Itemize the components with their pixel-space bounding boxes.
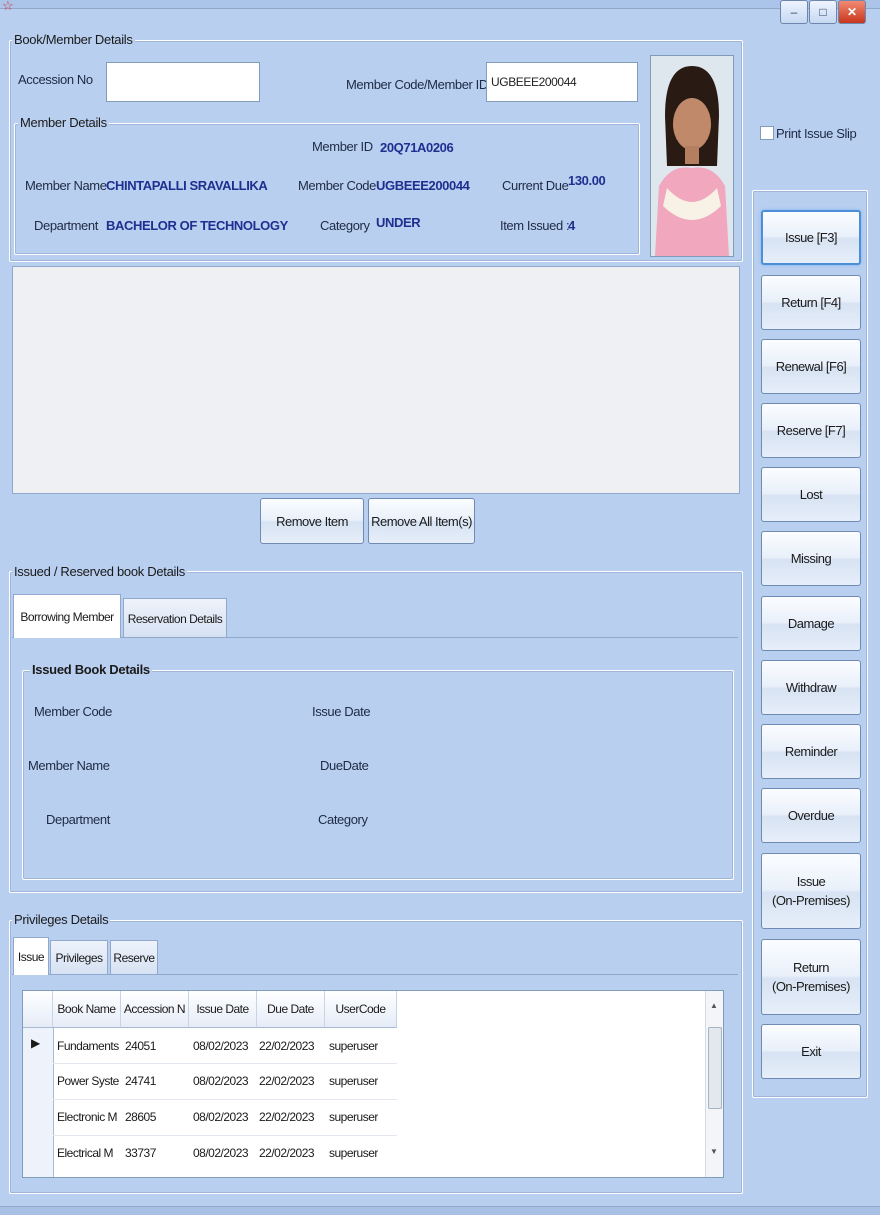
minimize-button[interactable]: – (780, 0, 808, 24)
withdraw-button[interactable]: Withdraw (761, 660, 861, 715)
member-photo (650, 55, 734, 257)
tab-reservation-details[interactable]: Reservation Details (123, 598, 227, 638)
scroll-up-arrow-icon[interactable]: ▲ (710, 1001, 718, 1010)
cell-usercode: superuser (329, 1074, 378, 1088)
reserve-f7-button[interactable]: Reserve [F7] (761, 403, 861, 458)
member-name-value: CHINTAPALLI SRAVALLIKA (106, 178, 268, 193)
cell-book-name: Power Syste (57, 1074, 119, 1088)
remove-all-items-button[interactable]: Remove All Item(s) (368, 498, 475, 544)
column-header-accession-no[interactable]: Accession N (121, 991, 189, 1028)
department-label: Department (34, 218, 98, 233)
issued-member-name-label: Member Name (28, 758, 110, 773)
damage-button[interactable]: Damage (761, 596, 861, 651)
overdue-button[interactable]: Overdue (761, 788, 861, 843)
return-f4-button[interactable]: Return [F4] (761, 275, 861, 330)
cell-accession-no: 33737 (125, 1146, 156, 1160)
member-name-label: Member Name (25, 178, 107, 193)
member-code-id-input[interactable] (486, 62, 638, 102)
table-row[interactable]: Power Syste 24741 08/02/2023 22/02/2023 … (53, 1063, 397, 1100)
current-due-value: 130.00 (568, 173, 606, 188)
item-issued-label: Item Issued : (500, 218, 570, 233)
issued-category-label: Category (318, 812, 368, 827)
maximize-button[interactable]: □ (809, 0, 837, 24)
print-issue-slip-label: Print Issue Slip (776, 126, 857, 141)
renewal-f6-button[interactable]: Renewal [F6] (761, 339, 861, 394)
cell-accession-no: 24741 (125, 1074, 156, 1088)
print-issue-slip-checkbox[interactable] (760, 126, 774, 140)
member-code-id-label: Member Code/Member ID (346, 77, 488, 92)
due-date-label: DueDate (320, 758, 369, 773)
item-list-area[interactable] (12, 266, 740, 494)
exit-button[interactable]: Exit (761, 1024, 861, 1079)
cell-due-date: 22/02/2023 (259, 1074, 315, 1088)
issued-book-details-title: Issued Book Details (30, 662, 152, 677)
cell-book-name: Fundaments (57, 1039, 119, 1053)
current-row-arrow-icon: ▶ (31, 1036, 41, 1050)
department-value: BACHELOR OF TECHNOLOGY (106, 218, 288, 233)
cell-book-name: Electrical M (57, 1146, 114, 1160)
cell-usercode: superuser (329, 1146, 378, 1160)
privileges-group-title: Privileges Details (12, 912, 111, 927)
cell-accession-no: 28605 (125, 1110, 156, 1124)
issue-on-premises-button[interactable]: Issue (On-Premises) (761, 853, 861, 929)
cell-usercode: superuser (329, 1039, 378, 1053)
book-member-group-title: Book/Member Details (12, 32, 135, 47)
column-header-book-name[interactable]: Book Name (53, 991, 121, 1028)
remove-item-button[interactable]: Remove Item (260, 498, 364, 544)
table-row[interactable]: Electronic M 28605 08/02/2023 22/02/2023… (53, 1099, 397, 1136)
cell-usercode: superuser (329, 1110, 378, 1124)
cell-accession-no: 24051 (125, 1039, 156, 1053)
category-value: UNDER (376, 215, 421, 230)
row-header-column (23, 1028, 54, 1177)
cell-due-date: 22/02/2023 (259, 1110, 315, 1124)
cell-due-date: 22/02/2023 (259, 1146, 315, 1160)
app-star-icon: ☆ (2, 0, 14, 13)
column-header-issue-date[interactable]: Issue Date (189, 991, 257, 1028)
current-due-label: Current Due (502, 178, 569, 193)
privileges-grid[interactable]: Book Name Accession N Issue Date Due Dat… (22, 990, 724, 1178)
cell-issue-date: 08/02/2023 (193, 1074, 249, 1088)
tab-privileges[interactable]: Privileges (50, 940, 108, 975)
column-header-due-date[interactable]: Due Date (257, 991, 325, 1028)
member-code-label: Member Code (298, 178, 376, 193)
cell-due-date: 22/02/2023 (259, 1039, 315, 1053)
issue-date-label: Issue Date (312, 704, 371, 719)
accession-no-label: Accession No (18, 72, 93, 87)
member-id-label: Member ID (312, 139, 373, 154)
return-on-premises-button[interactable]: Return (On-Premises) (761, 939, 861, 1015)
issued-department-label: Department (46, 812, 110, 827)
missing-button[interactable]: Missing (761, 531, 861, 586)
close-button[interactable]: ✕ (838, 0, 866, 24)
table-row[interactable]: Electrical M 33737 08/02/2023 22/02/2023… (53, 1135, 397, 1171)
member-code-value: UGBEEE200044 (376, 178, 470, 193)
cell-issue-date: 08/02/2023 (193, 1110, 249, 1124)
grid-corner-header (23, 991, 53, 1028)
window-title-bar (0, 0, 880, 9)
lost-button[interactable]: Lost (761, 467, 861, 522)
issued-reserved-group-title: Issued / Reserved book Details (12, 564, 187, 579)
member-photo-image (651, 56, 733, 256)
member-details-group-title: Member Details (18, 115, 109, 130)
reminder-button[interactable]: Reminder (761, 724, 861, 779)
table-row[interactable]: Fundaments 24051 08/02/2023 22/02/2023 s… (53, 1028, 397, 1064)
member-id-value: 20Q71A0206 (380, 140, 454, 155)
column-header-usercode[interactable]: UserCode (325, 991, 397, 1028)
cell-issue-date: 08/02/2023 (193, 1039, 249, 1053)
item-issued-value: 4 (568, 218, 575, 233)
scroll-down-arrow-icon[interactable]: ▼ (710, 1147, 718, 1156)
tab-issue[interactable]: Issue (13, 937, 49, 975)
cell-issue-date: 08/02/2023 (193, 1146, 249, 1160)
category-label: Category (320, 218, 370, 233)
scrollbar-thumb[interactable] (708, 1027, 722, 1109)
cell-book-name: Electronic M (57, 1110, 118, 1124)
issued-member-code-label: Member Code (34, 704, 112, 719)
accession-no-input[interactable] (106, 62, 260, 102)
issue-f3-button[interactable]: Issue [F3] (761, 210, 861, 265)
tab-reserve[interactable]: Reserve (110, 940, 158, 975)
grid-vertical-scrollbar[interactable]: ▲ ▼ (705, 991, 723, 1177)
tab-borrowing-member[interactable]: Borrowing Member (13, 594, 121, 638)
issued-book-details-group (22, 670, 734, 880)
